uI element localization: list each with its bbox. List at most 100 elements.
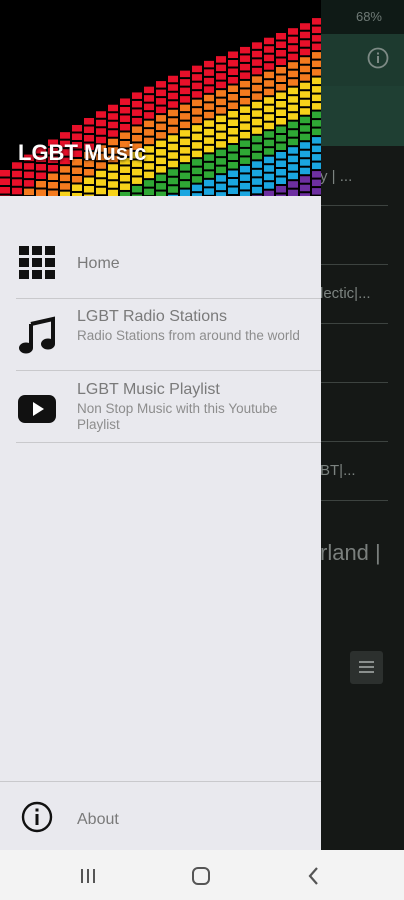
equalizer-cell: [168, 84, 178, 91]
equalizer-cell: [216, 64, 226, 72]
equalizer-cell: [156, 149, 166, 156]
equalizer-cell: [288, 79, 298, 86]
equalizer-cell: [300, 31, 310, 39]
equalizer-cell: [108, 121, 118, 129]
equalizer-cell: [204, 179, 214, 187]
recent-apps-button[interactable]: [76, 864, 100, 888]
home-button[interactable]: [189, 864, 213, 888]
equalizer-cell: [240, 63, 250, 71]
drawer-header: LGBT Music: [0, 0, 321, 196]
info-icon[interactable]: [366, 46, 390, 70]
background-row-text: lectic|...: [320, 285, 371, 302]
equalizer-cell: [228, 187, 238, 195]
equalizer-cell: [180, 96, 190, 103]
equalizer-cell: [108, 113, 118, 120]
equalizer-cell: [60, 174, 70, 182]
equalizer-cell: [156, 132, 166, 139]
drawer-item-home[interactable]: Home: [0, 226, 321, 298]
equalizer-cell: [300, 65, 310, 73]
equalizer-cell: [204, 86, 214, 93]
equalizer-cell: [240, 72, 250, 79]
drawer-item-music-playlist[interactable]: LGBT Music Playlist Non Stop Music with …: [0, 371, 321, 442]
equalizer-cell: [228, 119, 238, 127]
equalizer-cell: [168, 101, 178, 108]
equalizer-cell: [264, 165, 274, 172]
equalizer-cell: [96, 179, 106, 186]
equalizer-cell: [252, 76, 262, 83]
back-button[interactable]: [302, 864, 326, 888]
equalizer-cell: [192, 184, 202, 192]
equalizer-cell: [96, 170, 106, 178]
equalizer-cell: [228, 60, 238, 67]
drawer-item-radio-stations[interactable]: LGBT Radio Stations Radio Stations from …: [0, 299, 321, 370]
equalizer-cell: [264, 105, 274, 113]
equalizer-cell: [264, 182, 274, 189]
equalizer-cell: [168, 177, 178, 185]
equalizer-cell: [48, 173, 58, 181]
equalizer-cell: [288, 53, 298, 61]
equalizer-cell: [156, 89, 166, 97]
drawer-item-label: LGBT Music Playlist: [77, 381, 220, 398]
equalizer-cell: [312, 35, 321, 42]
equalizer-cell: [144, 180, 154, 187]
equalizer-cell: [144, 95, 154, 102]
equalizer-cell: [168, 152, 178, 159]
equalizer-cell: [180, 138, 190, 146]
equalizer-cell: [48, 190, 58, 196]
equalizer-cell: [60, 191, 70, 196]
equalizer-cell: [132, 100, 142, 108]
equalizer-cell: [60, 183, 70, 190]
equalizer-cell: [156, 191, 166, 196]
equalizer-cell: [252, 169, 262, 177]
equalizer-cell: [120, 98, 130, 105]
equalizer-cell: [252, 161, 262, 168]
equalizer-cell: [60, 132, 70, 139]
equalizer-cell: [264, 139, 274, 147]
equalizer-cell: [108, 172, 118, 180]
equalizer-cell: [228, 68, 238, 76]
equalizer-cell: [156, 115, 166, 122]
equalizer-cell: [204, 103, 214, 110]
equalizer-cell: [204, 128, 214, 136]
equalizer-cell: [216, 158, 226, 165]
list-view-button[interactable]: [350, 651, 383, 684]
equalizer-cell: [312, 103, 321, 110]
equalizer-cell: [168, 169, 178, 176]
equalizer-cell: [312, 18, 321, 25]
drawer-item-about[interactable]: About: [0, 782, 321, 850]
background-row-text: BT|...: [320, 462, 356, 479]
drawer-item-subtitle: Non Stop Music with this Youtube Playlis…: [77, 401, 278, 432]
equalizer-cell: [156, 98, 166, 105]
equalizer-cell: [204, 69, 214, 76]
drawer-item-label: LGBT Radio Stations: [77, 308, 228, 325]
equalizer-cell: [228, 51, 238, 59]
equalizer-cell: [288, 181, 298, 188]
equalizer-cell: [228, 179, 238, 186]
equalizer-cell: [108, 104, 118, 112]
equalizer-cell: [288, 172, 298, 180]
equalizer-cell: [240, 97, 250, 105]
equalizer-cell: [24, 171, 34, 179]
equalizer-cell: [276, 58, 286, 66]
equalizer-cell: [276, 92, 286, 100]
equalizer-cell: [252, 50, 262, 58]
equalizer-cell: [156, 157, 166, 165]
equalizer-cell: [216, 166, 226, 174]
equalizer-cell: [228, 94, 238, 101]
equalizer-cell: [180, 79, 190, 86]
equalizer-cell: [180, 121, 190, 129]
equalizer-cell: [144, 129, 154, 136]
equalizer-cell: [240, 140, 250, 147]
equalizer-cell: [312, 52, 321, 59]
equalizer-cell: [276, 135, 286, 142]
equalizer-cell: [288, 138, 298, 146]
equalizer-cell: [240, 191, 250, 196]
equalizer-cell: [120, 115, 130, 122]
equalizer-cell: [156, 106, 166, 114]
equalizer-cell: [288, 36, 298, 44]
equalizer-cell: [120, 191, 130, 196]
equalizer-cell: [228, 111, 238, 118]
equalizer-cell: [312, 128, 321, 136]
equalizer-cell: [192, 91, 202, 98]
equalizer-cell: [240, 165, 250, 173]
